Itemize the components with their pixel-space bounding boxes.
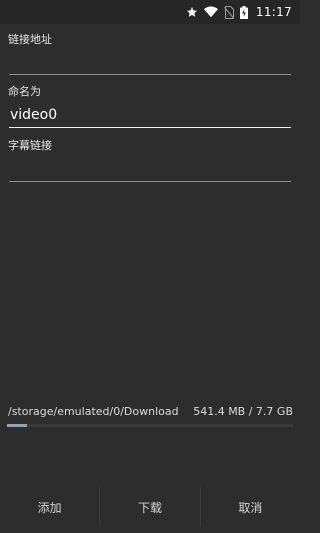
status-bar: 11:17 (0, 0, 300, 24)
add-button[interactable]: 添加 (0, 486, 99, 528)
name-label: 命名为 (8, 85, 41, 98)
storage-usage-fill (7, 424, 27, 427)
storage-path: /storage/emulated/0/Download (8, 405, 179, 418)
storage-size: 541.4 MB / 7.7 GB (193, 405, 293, 418)
subtitle-url-label: 字幕链接 (8, 139, 52, 152)
no-sim-icon (224, 5, 234, 19)
storage-usage-bar (7, 424, 293, 427)
url-input[interactable] (9, 49, 291, 75)
subtitle-url-input[interactable] (9, 156, 291, 182)
name-input[interactable] (9, 102, 291, 128)
star-icon (186, 6, 198, 18)
wifi-icon (203, 6, 218, 18)
download-button[interactable]: 下载 (100, 486, 199, 528)
clock: 11:17 (255, 5, 292, 19)
battery-charging-icon (239, 5, 248, 19)
button-bar: 添加 下载 取消 (0, 486, 300, 528)
cancel-button[interactable]: 取消 (201, 486, 300, 528)
url-label: 链接地址 (8, 33, 52, 46)
